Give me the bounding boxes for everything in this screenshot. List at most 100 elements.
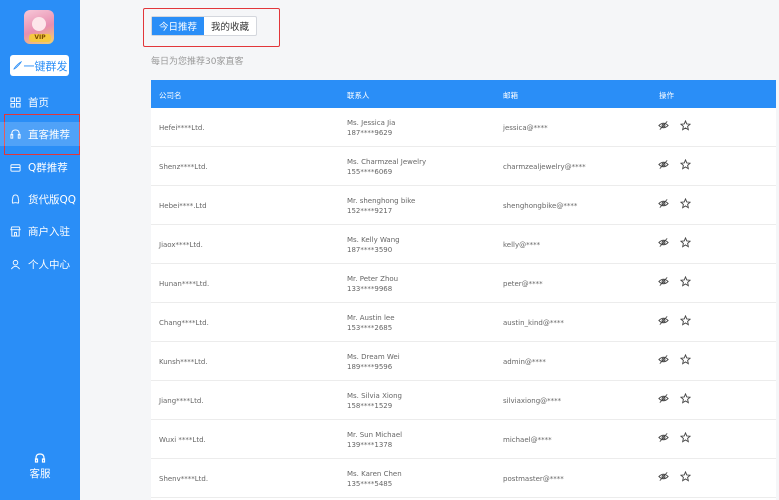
- contact-name: Ms. Karen Chen: [347, 470, 402, 478]
- contact-name: Ms. Kelly Wang: [347, 236, 400, 244]
- contact-name: Mr. shenghong bike: [347, 197, 416, 205]
- contact-email: jessica@****: [503, 124, 548, 132]
- hide-eye-off-icon[interactable]: [658, 393, 669, 404]
- favorite-star-icon[interactable]: [680, 471, 691, 482]
- table-row: Kunsh****Ltd. Ms. Dream Wei 189****9596 adm…: [151, 342, 776, 381]
- favorite-star-icon[interactable]: [680, 393, 691, 404]
- mass-send-button[interactable]: 一键群发: [10, 55, 69, 76]
- favorite-star-icon[interactable]: [680, 159, 691, 170]
- hide-eye-off-icon[interactable]: [658, 120, 669, 131]
- tab-bar: 今日推荐 我的收藏: [151, 16, 258, 36]
- contact-name: Ms. Jessica Jia: [347, 119, 396, 127]
- store-icon: [10, 225, 21, 237]
- row-actions: [658, 315, 691, 326]
- mass-send-label: 一键群发: [23, 59, 68, 73]
- customer-service-button[interactable]: 客服: [0, 452, 80, 481]
- contact-email: michael@****: [503, 436, 552, 444]
- row-actions: [658, 159, 691, 170]
- contact-name: Ms. Dream Wei: [347, 353, 400, 361]
- contact-phone: 139****1378: [347, 441, 393, 449]
- contact-phone: 135****5485: [347, 480, 393, 488]
- sidebar-item-home[interactable]: 首页: [0, 90, 80, 114]
- company-name: Jiang****Ltd.: [159, 397, 204, 405]
- contact-email: peter@****: [503, 280, 543, 288]
- favorite-star-icon[interactable]: [680, 276, 691, 287]
- company-name: Kunsh****Ltd.: [159, 358, 208, 366]
- company-name: Shenv****Ltd.: [159, 475, 209, 483]
- favorite-star-icon[interactable]: [680, 315, 691, 326]
- hide-eye-off-icon[interactable]: [658, 432, 669, 443]
- sidebar-item-forwarder-qq[interactable]: 货代版QQ: [0, 187, 80, 211]
- header-company: 公司名: [159, 91, 182, 100]
- row-actions: [658, 354, 691, 365]
- company-name: Shenz****Ltd.: [159, 163, 208, 171]
- company-name: Hefei****Ltd.: [159, 124, 205, 132]
- row-actions: [658, 237, 691, 248]
- page-subtitle: 每日为您推荐30家直客: [151, 57, 244, 67]
- header-contact: 联系人: [347, 91, 370, 100]
- contact-email: admin@****: [503, 358, 546, 366]
- favorite-star-icon[interactable]: [680, 120, 691, 131]
- favorite-star-icon[interactable]: [680, 432, 691, 443]
- sidebar-item-direct-clients[interactable]: 直客推荐: [0, 122, 80, 146]
- contact-name: Mr. Peter Zhou: [347, 275, 399, 283]
- row-actions: [658, 432, 691, 443]
- table-row: Hebei****.Ltd Mr. shenghong bike 152****92…: [151, 186, 776, 225]
- contact-phone: 133****9968: [347, 285, 393, 293]
- table-row: Shenv****Ltd. Ms. Karen Chen 135****5485 po…: [151, 459, 776, 498]
- qq-icon: [11, 193, 20, 204]
- table-row: Jiang****Ltd. Ms. Silvia Xiong 158****1529…: [151, 381, 776, 420]
- contact-email: silviaxiong@****: [503, 397, 562, 405]
- hide-eye-off-icon[interactable]: [658, 237, 669, 248]
- favorite-star-icon[interactable]: [680, 354, 691, 365]
- hide-eye-off-icon[interactable]: [658, 198, 669, 209]
- group-icon: [10, 163, 21, 172]
- sidebar-item-label: Q群推荐: [28, 161, 68, 174]
- hide-eye-off-icon[interactable]: [658, 159, 669, 170]
- contact-cell: Ms. Silvia Xiong 158****1529: [347, 391, 402, 411]
- contact-email: kelly@****: [503, 241, 541, 249]
- contact-cell: Ms. Karen Chen 135****5485: [347, 469, 402, 489]
- contact-cell: Ms. Jessica Jia 187****9629: [347, 118, 395, 138]
- tab-my-favorites[interactable]: 我的收藏: [204, 17, 256, 35]
- table-row: Shenz****Ltd. Ms. Charmzeal Jewelry 155***…: [151, 147, 776, 186]
- avatar[interactable]: VIP: [24, 10, 54, 44]
- contact-phone: 187****9629: [347, 129, 393, 137]
- contact-cell: Mr. Sun Michael 139****1378: [347, 430, 402, 450]
- hide-eye-off-icon[interactable]: [658, 276, 669, 287]
- hide-eye-off-icon[interactable]: [658, 354, 669, 365]
- contact-name: Mr. Austin lee: [347, 314, 395, 322]
- headset-icon: [34, 453, 46, 463]
- hide-eye-off-icon[interactable]: [658, 471, 669, 482]
- contact-cell: Ms. Kelly Wang 187****3590: [347, 235, 400, 255]
- table-row: Hunan****Ltd. Mr. Peter Zhou 133****9968 pe…: [151, 264, 776, 303]
- sidebar-item-label: 商户入驻: [28, 225, 70, 238]
- sidebar-item-merchant-join[interactable]: 商户入驻: [0, 219, 80, 243]
- contact-name: Mr. Sun Michael: [347, 431, 403, 439]
- contact-email: shenghongbike@****: [503, 202, 578, 210]
- contact-cell: Mr. shenghong bike 152****9217: [347, 196, 415, 216]
- tab-today-recommend[interactable]: 今日推荐: [152, 17, 205, 35]
- favorite-star-icon[interactable]: [680, 237, 691, 248]
- row-actions: [658, 198, 691, 209]
- sidebar-item-profile[interactable]: 个人中心: [0, 252, 80, 276]
- sidebar-item-qq-groups[interactable]: Q群推荐: [0, 155, 80, 179]
- app: VIP 一键群发 首页 直客推荐 Q群推荐 货代版QQ 商户入驻 个人中心 客服…: [0, 0, 779, 500]
- sidebar-item-label: 个人中心: [28, 258, 70, 271]
- contact-name: Ms. Charmzeal Jewelry: [347, 158, 427, 166]
- sidebar-item-label: 首页: [28, 96, 49, 109]
- contact-phone: 152****9217: [347, 207, 393, 215]
- contact-email: austin_kind@****: [503, 319, 564, 327]
- row-actions: [658, 276, 691, 287]
- table-row: Jiaox****Ltd. Ms. Kelly Wang 187****3590 ke…: [151, 225, 776, 264]
- contact-cell: Ms. Charmzeal Jewelry 155****6069: [347, 157, 426, 177]
- row-actions: [658, 120, 691, 131]
- sidebar-item-label: 直客推荐: [28, 128, 70, 141]
- hide-eye-off-icon[interactable]: [658, 315, 669, 326]
- favorite-star-icon[interactable]: [680, 198, 691, 209]
- user-icon: [11, 259, 20, 269]
- contact-email: charmzealjewelry@****: [503, 163, 586, 171]
- header-email: 邮箱: [503, 91, 518, 100]
- sidebar-item-label: 货代版QQ: [28, 193, 77, 206]
- client-table: 公司名 联系人 邮箱 操作 Hefei****Ltd. Ms. Jessica J…: [151, 80, 776, 500]
